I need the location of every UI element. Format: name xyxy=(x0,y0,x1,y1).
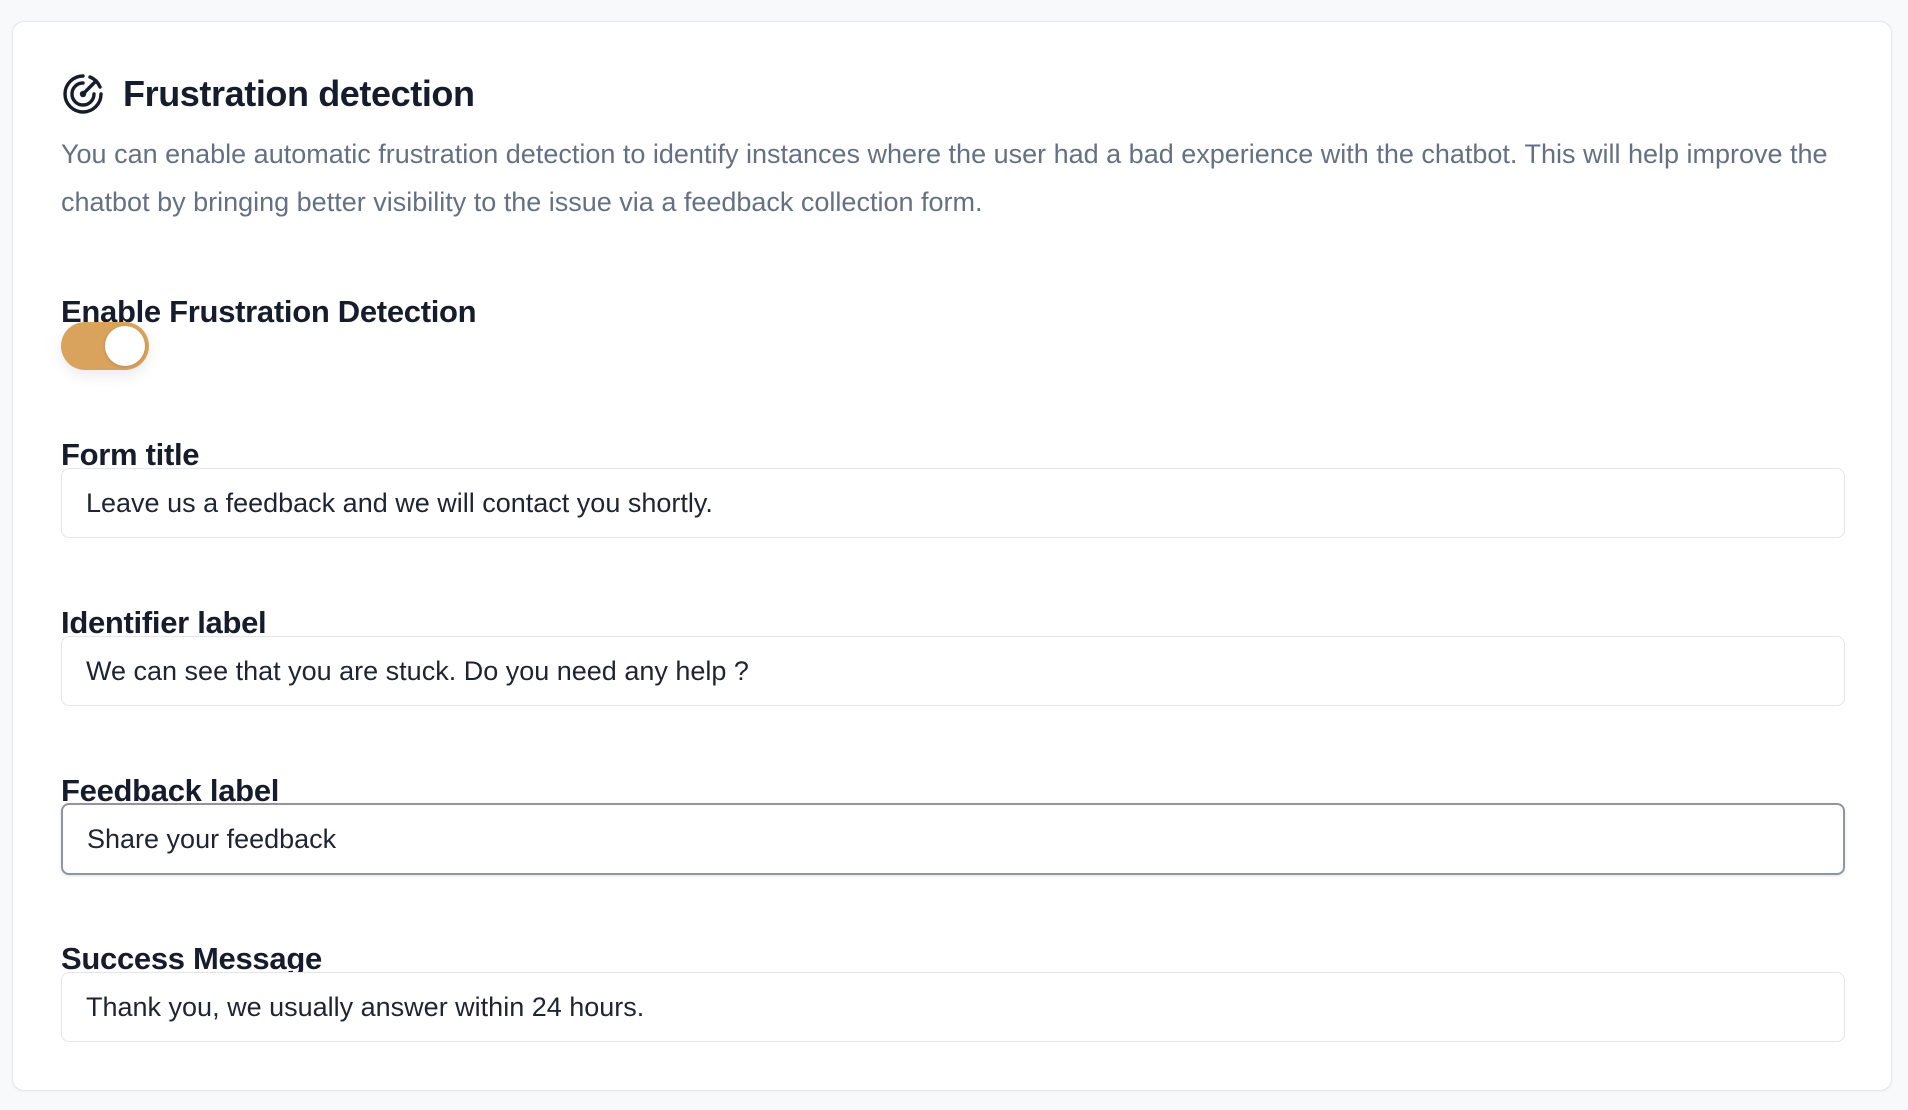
success-message-input[interactable] xyxy=(61,972,1845,1042)
radar-icon xyxy=(61,72,105,116)
card-description: You can enable automatic frustration det… xyxy=(61,139,1828,217)
form-title-input[interactable] xyxy=(61,468,1845,538)
card-header: Frustration detection xyxy=(61,72,475,116)
enable-frustration-detection-toggle[interactable] xyxy=(61,322,149,370)
card-title: Frustration detection xyxy=(123,73,475,114)
feedback-label-input[interactable] xyxy=(61,803,1845,875)
frustration-detection-card: Frustration detection You can enable aut… xyxy=(12,21,1892,1091)
toggle-knob xyxy=(105,326,145,366)
identifier-label-input[interactable] xyxy=(61,636,1845,706)
